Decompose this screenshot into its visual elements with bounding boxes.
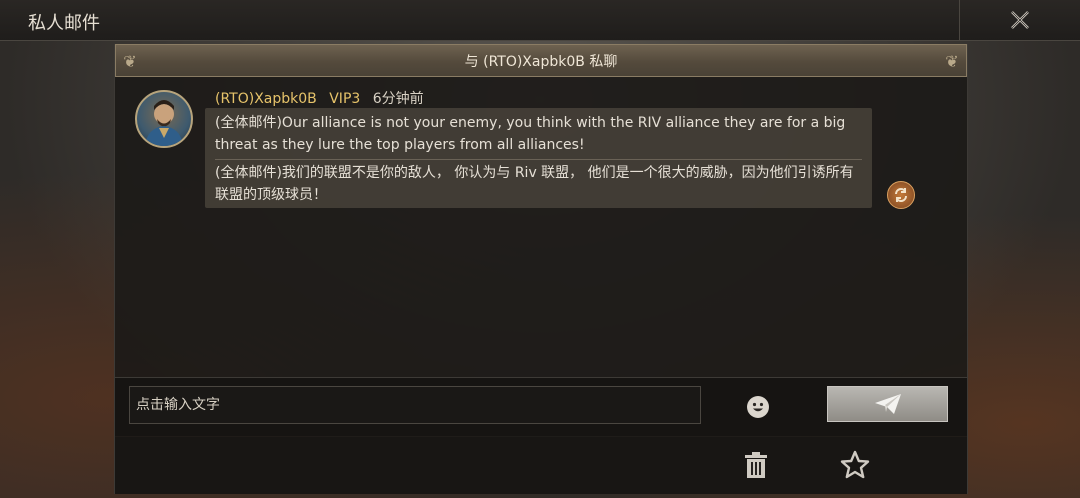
close-icon xyxy=(1011,11,1029,29)
emoji-button[interactable] xyxy=(747,396,769,418)
vip-badge: VIP3 xyxy=(329,91,361,107)
emoji-icon xyxy=(748,397,768,417)
message-original-text: (全体邮件)Our alliance is not your enemy, yo… xyxy=(215,115,846,153)
paper-plane-icon xyxy=(874,394,901,414)
send-button[interactable] xyxy=(827,386,948,422)
composer-row: 点击输入文字 xyxy=(115,377,967,436)
message-meta: (RTO)Xapbk0B VIP3 6分钟前 xyxy=(215,88,432,108)
translate-icon xyxy=(895,188,907,202)
message-bubble: (全体邮件)Our alliance is not your enemy, yo… xyxy=(205,108,872,208)
star-icon xyxy=(840,450,870,479)
bottom-action-bar xyxy=(115,437,967,494)
chat-header: ❦ 与 (RTO)Xapbk0B 私聊 ❦ xyxy=(115,44,967,77)
top-bar: 私人邮件 xyxy=(0,0,1080,41)
message-input[interactable]: 点击输入文字 xyxy=(129,386,701,424)
close-button[interactable] xyxy=(959,0,1080,40)
sender-name[interactable]: (RTO)Xapbk0B xyxy=(215,91,317,107)
sender-avatar[interactable] xyxy=(135,90,193,148)
corner-ornament-right-icon: ❦ xyxy=(945,51,959,71)
favorite-button[interactable] xyxy=(839,449,871,485)
corner-ornament-left-icon: ❦ xyxy=(123,51,137,71)
message-translated-text: (全体邮件)我们的联盟不是你的敌人， 你认为与 Riv 联盟， 他们是一个很大的… xyxy=(215,165,854,203)
avatar-portrait-icon xyxy=(145,100,183,146)
message-time: 6分钟前 xyxy=(372,91,424,107)
chat-header-title: 与 (RTO)Xapbk0B 私聊 xyxy=(464,53,618,70)
trash-icon xyxy=(745,452,767,478)
window-title: 私人邮件 xyxy=(28,13,100,34)
delete-button[interactable] xyxy=(743,451,769,483)
translate-button[interactable] xyxy=(887,181,915,209)
chat-panel: ❦ 与 (RTO)Xapbk0B 私聊 ❦ (RTO)Xapbk0B VIP3 … xyxy=(114,44,968,494)
message-divider xyxy=(215,159,862,160)
